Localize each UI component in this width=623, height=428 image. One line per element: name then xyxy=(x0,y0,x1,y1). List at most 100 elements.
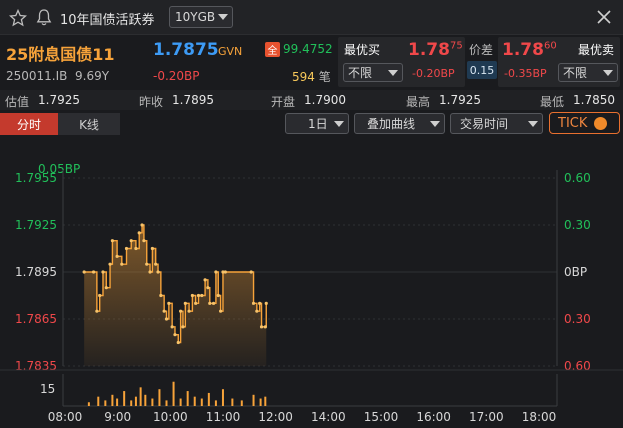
price-point xyxy=(159,293,163,298)
volume-tick: 15 xyxy=(40,382,55,396)
trade-time-select-value: 交易时间 xyxy=(460,117,509,131)
volume-bar xyxy=(193,396,196,406)
trade-time-select[interactable]: 交易时间 xyxy=(450,113,543,134)
volume-bar xyxy=(87,402,90,406)
x-tick: 15:00 xyxy=(364,410,399,424)
price-point xyxy=(104,286,108,290)
star-icon[interactable] xyxy=(9,9,27,27)
price-point xyxy=(179,309,183,313)
bid-change: -0.20BP xyxy=(412,67,455,80)
bid-price: 1.7875 xyxy=(408,40,463,60)
price-point xyxy=(263,325,267,329)
volume-bar xyxy=(134,396,137,406)
price-point xyxy=(176,340,180,345)
intraday-chart[interactable]: 0.05BP1.7955 0.601.7925 0.301.7895 0BP1.786… xyxy=(0,138,623,428)
spread-value: 0.15 xyxy=(467,61,497,79)
tab-intraday[interactable]: 分时 xyxy=(0,113,58,135)
period-select[interactable]: 1日 xyxy=(285,113,349,134)
title-bar: 10年国债活跃券 10YGB xyxy=(0,0,623,35)
y-right-tick: 0.30 xyxy=(564,218,591,232)
price-point xyxy=(129,239,133,243)
ask-filter-value: 不限 xyxy=(563,66,588,80)
volume-bar xyxy=(231,398,234,406)
price-point xyxy=(167,301,171,305)
price-point xyxy=(115,254,119,258)
price-point xyxy=(162,309,166,313)
chevron-down-icon xyxy=(388,69,398,76)
spread-label: 价差 xyxy=(469,43,494,57)
volume-bar xyxy=(264,396,267,406)
price-point xyxy=(223,270,227,274)
y-right-tick: 0.60 xyxy=(564,171,591,185)
ask-filter-select[interactable]: 不限 xyxy=(558,63,618,82)
bid-price-main: 1.78 xyxy=(408,40,450,60)
x-tick: 16:00 xyxy=(416,410,451,424)
bell-icon[interactable] xyxy=(35,8,53,27)
y-left-tick: 1.7925 xyxy=(15,218,57,232)
price-point xyxy=(196,293,201,298)
volume-bar xyxy=(207,392,210,406)
price-point xyxy=(173,333,177,337)
ask-price-main: 1.78 xyxy=(502,40,544,60)
term-select[interactable]: 10YGB xyxy=(169,6,233,28)
price-point xyxy=(249,270,253,274)
price-change: -0.20BP xyxy=(153,69,200,83)
volume-bar xyxy=(130,400,133,406)
price-point xyxy=(150,246,154,251)
chevron-down-icon xyxy=(603,69,613,76)
overlay-select[interactable]: 叠加曲线 xyxy=(354,113,445,134)
period-select-value: 1日 xyxy=(308,117,328,131)
volume-bar xyxy=(252,394,255,406)
bid-price-sup: 75 xyxy=(449,40,463,52)
overlay-select-value: 叠加曲线 xyxy=(367,117,416,131)
x-tick: 11:00 xyxy=(206,410,241,424)
stat-value-high: 1.7925 xyxy=(439,93,481,107)
volume-bar xyxy=(165,400,168,406)
bid-label: 最优买 xyxy=(344,43,381,57)
volume-bar xyxy=(151,398,154,406)
stat-label-valuation: 估值 xyxy=(5,95,30,109)
chevron-down-icon xyxy=(334,120,344,127)
volume-bar xyxy=(172,381,175,406)
y-left-tick: 1.7865 xyxy=(15,312,57,326)
price-point xyxy=(137,231,141,235)
price-point xyxy=(140,223,144,227)
close-icon[interactable] xyxy=(597,10,611,24)
price-point xyxy=(251,301,256,305)
window-title: 10年国债活跃券 xyxy=(60,13,155,28)
ask-price-sup: 60 xyxy=(543,40,557,52)
price-point xyxy=(120,262,124,266)
volume-bar xyxy=(214,400,217,406)
x-tick: 18:00 xyxy=(522,410,557,424)
x-tick: 17:00 xyxy=(469,410,504,424)
price-point xyxy=(259,325,264,329)
price-point xyxy=(258,301,262,305)
price-point xyxy=(124,246,129,251)
price-source: GVN xyxy=(218,45,243,58)
y-right-tick: 0.30 xyxy=(564,312,591,326)
volume-bar xyxy=(158,389,161,406)
price-point xyxy=(211,301,216,305)
price-point xyxy=(95,309,99,313)
x-tick: 08:00 xyxy=(48,410,83,424)
volume-bar xyxy=(144,394,147,406)
ask-label: 最优卖 xyxy=(578,43,615,57)
price-point xyxy=(154,262,158,266)
volume-bar xyxy=(179,398,182,406)
tab-kline[interactable]: K线 xyxy=(58,113,120,135)
volume-bar xyxy=(139,387,142,406)
bid-filter-select[interactable]: 不限 xyxy=(343,63,403,82)
price-point xyxy=(164,317,169,321)
stats-row: 估值 1.7925 昨收 1.7895 开盘 1.7900 最高 1.7925 … xyxy=(0,90,623,110)
y-left-tick: 1.7895 xyxy=(15,265,57,279)
trade-count-unit: 笔 xyxy=(318,70,331,84)
price-point xyxy=(145,262,149,266)
price-point xyxy=(148,270,152,274)
chevron-down-icon xyxy=(528,120,538,127)
price-point xyxy=(98,293,102,298)
price-point xyxy=(206,286,210,290)
tick-toggle[interactable]: TICK xyxy=(549,112,620,134)
price-point xyxy=(82,270,86,274)
volume-bar xyxy=(116,398,119,406)
stat-value-prev-close: 1.7895 xyxy=(172,93,214,107)
